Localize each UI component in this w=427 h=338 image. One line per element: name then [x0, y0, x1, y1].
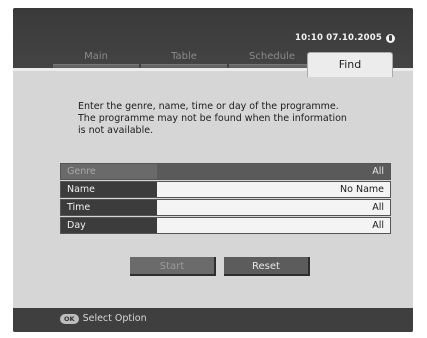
clock: 10:10 07.10.2005 [295, 33, 395, 43]
globe-icon [386, 33, 395, 43]
tab-main-label: Main [84, 51, 108, 62]
tab-schedule-label: Schedule [249, 51, 295, 62]
instructions-text: Enter the genre, name, time or day of th… [78, 101, 347, 136]
time-option-row[interactable]: Time All [60, 199, 391, 216]
start-button[interactable]: Start [130, 257, 216, 276]
name-option-row[interactable]: Name No Name [60, 181, 391, 198]
genre-option-row[interactable]: Genre All [60, 163, 391, 180]
tab-find-label: Find [338, 58, 362, 71]
epg-screen: 10:10 07.10.2005 Main Table Schedule Fin… [13, 8, 413, 332]
day-label: Day [61, 218, 157, 233]
clock-text: 10:10 07.10.2005 [295, 33, 382, 43]
reset-button[interactable]: Reset [224, 257, 310, 276]
genre-value: All [372, 166, 384, 177]
name-label: Name [61, 182, 157, 197]
bottom-bar: OK Select Option [13, 308, 413, 332]
name-value: No Name [340, 184, 384, 195]
hint-text: Select Option [82, 313, 147, 324]
search-options: Genre All Name No Name Time All Day All [60, 163, 391, 235]
tab-schedule[interactable]: Schedule [229, 48, 315, 70]
day-option-row[interactable]: Day All [60, 217, 391, 234]
select-option-hint: OK Select Option [60, 313, 147, 324]
time-label: Time [61, 200, 157, 215]
tab-main[interactable]: Main [53, 48, 139, 70]
top-bar: 10:10 07.10.2005 Main Table Schedule Fin… [13, 8, 413, 77]
time-value: All [372, 202, 384, 213]
ok-button-icon: OK [60, 313, 79, 324]
tab-find[interactable]: Find [307, 52, 393, 77]
find-panel: Enter the genre, name, time or day of th… [13, 68, 413, 311]
genre-label: Genre [61, 164, 157, 179]
tab-table-label: Table [171, 51, 197, 62]
tab-table[interactable]: Table [141, 48, 227, 70]
day-value: All [372, 220, 384, 231]
